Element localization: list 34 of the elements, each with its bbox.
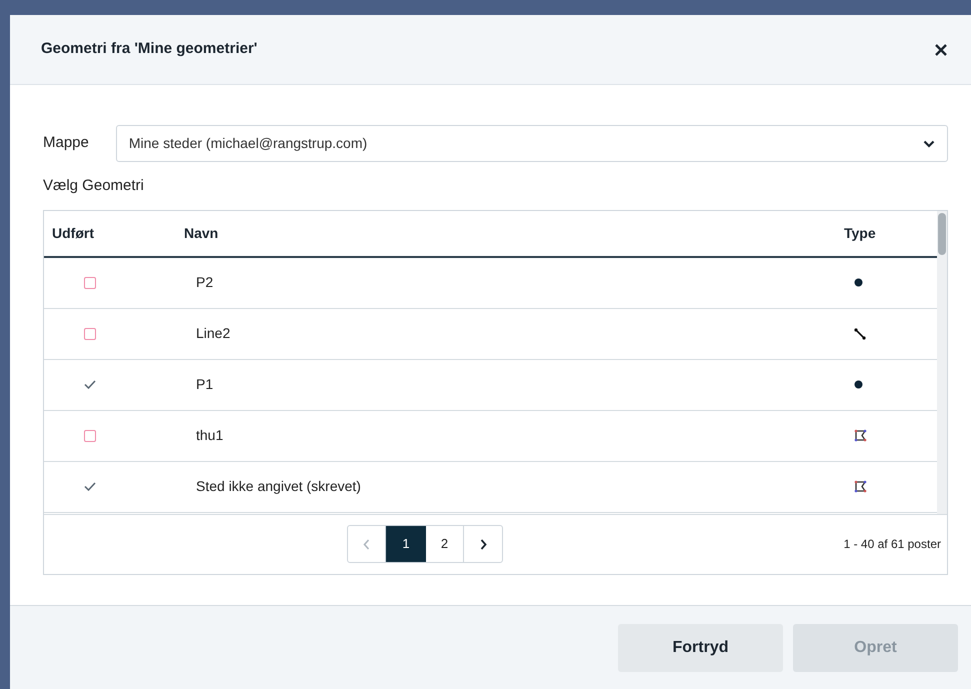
table-row[interactable]: P2	[44, 258, 937, 308]
column-header: Udført	[51, 224, 95, 242]
dialog-button[interactable]: Fortryd	[618, 624, 783, 672]
name-cell-text: thu1	[196, 426, 224, 445]
point-icon	[854, 278, 863, 287]
page-button[interactable]: 2	[426, 526, 464, 562]
name-cell-text: Sted ikke angivet (skrevet)	[196, 477, 362, 496]
chevron-right-icon	[480, 538, 486, 550]
page-button[interactable]: 1	[386, 526, 426, 562]
close-icon	[934, 42, 948, 56]
record-count: 1 - 40 af 61 poster	[844, 536, 941, 553]
point-icon	[854, 380, 863, 389]
polygon-icon	[854, 480, 867, 493]
name-cell-text: P1	[196, 375, 214, 394]
checkbox[interactable]	[84, 328, 96, 340]
table-row[interactable]: Sted ikke angivet (skrevet)	[44, 462, 937, 512]
column-header: Navn	[184, 224, 220, 242]
column-header: Type	[843, 224, 877, 243]
checkbox[interactable]	[84, 430, 96, 442]
table-row[interactable]: Line2	[44, 308, 937, 360]
table-row[interactable]: thu1	[44, 410, 937, 462]
folder-dropdown[interactable]: Mine steder (michael@rangstrup.com)	[116, 125, 948, 162]
table-row[interactable]: P1	[44, 360, 937, 410]
checkbox[interactable]	[84, 276, 96, 288]
close-button[interactable]	[933, 42, 949, 58]
chevron-left-icon	[363, 538, 370, 550]
polygon-icon	[854, 429, 867, 442]
section-label: Vælg Geometri	[43, 176, 144, 196]
line-icon	[854, 328, 866, 340]
name-cell-text: P2	[196, 273, 214, 292]
dialog-title: Geometri fra 'Mine geometrier'	[41, 39, 258, 60]
chevron-down-icon	[923, 140, 935, 148]
name-cell-text: Line2	[196, 324, 232, 343]
folder-label: Mappe	[43, 133, 89, 154]
